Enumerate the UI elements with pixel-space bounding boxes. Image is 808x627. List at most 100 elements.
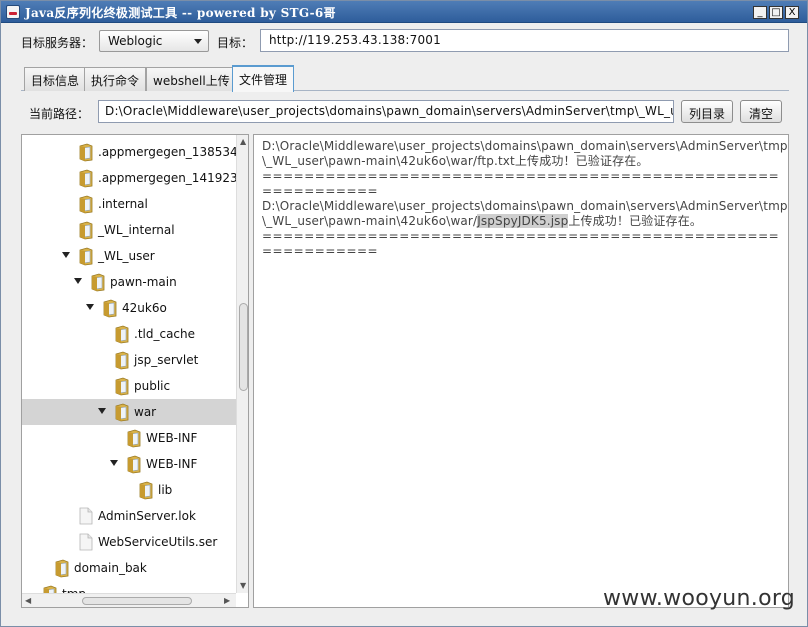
folder-icon [114,351,130,370]
tree-node-label: .internal [98,197,148,211]
tree-node[interactable]: lib [22,477,236,503]
tree-node-label: .tld_cache [134,327,196,341]
tree-node-label: 42uk6o [122,301,167,315]
tree-node-label: war [134,405,157,419]
folder-icon [102,299,118,318]
tree-node-label: lib [158,483,173,497]
tree-node[interactable]: _WL_user [22,243,236,269]
log-entry-2-prefix: \_WL_user\pawn-main\42uk6o\war/ [262,214,478,228]
tree-node[interactable]: .tld_cache [22,321,236,347]
tree-node[interactable]: WebServiceUtils.ser [22,529,236,555]
tree-node-label: pawn-main [110,275,177,289]
tree-node[interactable]: domain_bak [22,555,236,581]
tree-node-label: _WL_internal [98,223,175,237]
tree-node[interactable]: public [22,373,236,399]
tree-node-label: WebServiceUtils.ser [98,535,218,549]
maximize-button[interactable]: □ [769,6,783,19]
tab-strip: 目标信息 执行命令 webshell上传 文件管理 [21,62,789,92]
folder-icon [126,455,142,474]
expand-toggle-icon[interactable] [86,304,94,310]
close-button[interactable]: X [785,6,799,19]
folder-icon [138,481,154,500]
server-label: 目标服务器： [21,36,94,50]
app-icon [6,5,20,19]
chevron-down-icon [194,39,202,44]
tab-file-manager[interactable]: 文件管理 [232,65,295,92]
tab-exec-command[interactable]: 执行命令 [84,67,147,91]
window-title: Java反序列化终极测试工具 -- powered by STG-6哥 [25,6,336,20]
tree-node[interactable]: WEB-INF [22,425,236,451]
tree-node[interactable]: .internal [22,191,236,217]
log-entry-2-filename: JspSpyJDK5.jsp [477,214,569,228]
file-icon [78,533,94,551]
scroll-left-icon[interactable]: ◀ [25,596,31,605]
folder-icon [114,377,130,396]
folder-icon [78,169,94,188]
folder-icon [54,559,70,578]
tab-target-info[interactable]: 目标信息 [24,67,87,91]
tree-node[interactable]: _WL_internal [22,217,236,243]
expand-toggle-icon[interactable] [62,252,70,258]
expand-toggle-icon[interactable] [74,278,82,284]
folder-icon [114,403,130,422]
expand-toggle-icon[interactable] [110,460,118,466]
server-select-value: Weblogic [108,34,163,48]
tree-node[interactable]: AdminServer.lok [22,503,236,529]
log-entry-1-line-2: \_WL_user\pawn-main\42uk6o\war/ftp.txt上传… [262,154,649,168]
tree-node[interactable]: .appmergegen_138534 [22,139,238,165]
log-separator-tail: =========== [262,184,379,198]
tree-node[interactable]: war [22,399,236,425]
app-window: Java反序列化终极测试工具 -- powered by STG-6哥 _ □ … [0,0,808,627]
clear-button[interactable]: 清空 [740,100,782,123]
scroll-up-icon[interactable]: ▲ [240,137,246,146]
log-separator: ========================================… [262,229,780,243]
watermark: www.wooyun.org [603,586,796,611]
tree-node[interactable]: WEB-INF [22,451,236,477]
tree-node[interactable]: pawn-main [22,269,236,295]
server-select[interactable]: Weblogic [99,30,209,52]
log-entry-2-suffix: 上传成功！已验证存在。 [568,214,703,228]
folder-icon [90,273,106,292]
log-separator-tail: =========== [262,244,379,258]
path-label: 当前路径： [29,107,90,121]
folder-icon [114,325,130,344]
tree-node-label: _WL_user [98,249,155,263]
target-label: 目标： [217,36,254,50]
tree-node-label: .appmergegen_141923 [98,171,238,185]
folder-icon [78,195,94,214]
folder-icon [126,429,142,448]
tab-webshell-upload[interactable]: webshell上传 [146,67,237,91]
tree-node-label: domain_bak [74,561,147,575]
tree-node-label: jsp_servlet [134,353,199,367]
minimize-button[interactable]: _ [753,6,767,19]
log-separator: ========================================… [262,169,780,183]
folder-icon [78,221,94,240]
scroll-down-icon[interactable]: ▼ [240,581,246,590]
file-icon [78,507,94,525]
output-log[interactable]: D:\Oracle\Middleware\user_projects\domai… [253,134,789,608]
tree-node-label: AdminServer.lok [98,509,196,523]
scroll-right-icon[interactable]: ▶ [224,596,230,605]
folder-icon [78,247,94,266]
tree-node-label: WEB-INF [146,431,198,445]
current-path-input[interactable]: D:\Oracle\Middleware\user_projects\domai… [98,100,674,123]
expand-toggle-icon[interactable] [98,408,106,414]
folder-icon [78,143,94,162]
tree-node-label: WEB-INF [146,457,198,471]
tree-horizontal-scrollbar[interactable]: ◀ ▶ [22,593,236,607]
title-bar[interactable]: Java反序列化终极测试工具 -- powered by STG-6哥 _ □ … [1,1,807,23]
log-entry-2-line-2: \_WL_user\pawn-main\42uk6o\war/JspSpyJDK… [262,214,780,229]
list-directory-button[interactable]: 列目录 [681,100,733,123]
tree-vertical-scroll-thumb[interactable] [239,303,248,391]
tree-node-label: .appmergegen_138534 [98,145,238,159]
target-url-input[interactable]: http://119.253.43.138:7001 [260,29,789,52]
log-entry-2-line-1: D:\Oracle\Middleware\user_projects\domai… [262,199,788,213]
file-tree[interactable]: .appmergegen_138534 .appmergegen_141923 .i… [21,134,249,608]
tree-node[interactable]: 42uk6o [22,295,236,321]
tree-vertical-scrollbar[interactable]: ▲ ▼ [236,135,248,593]
tree-node-label: public [134,379,171,393]
tree-node[interactable]: .appmergegen_141923 [22,165,238,191]
tree-horizontal-scroll-thumb[interactable] [82,597,192,605]
log-entry-1-line-1: D:\Oracle\Middleware\user_projects\domai… [262,139,788,153]
tree-node[interactable]: jsp_servlet [22,347,236,373]
